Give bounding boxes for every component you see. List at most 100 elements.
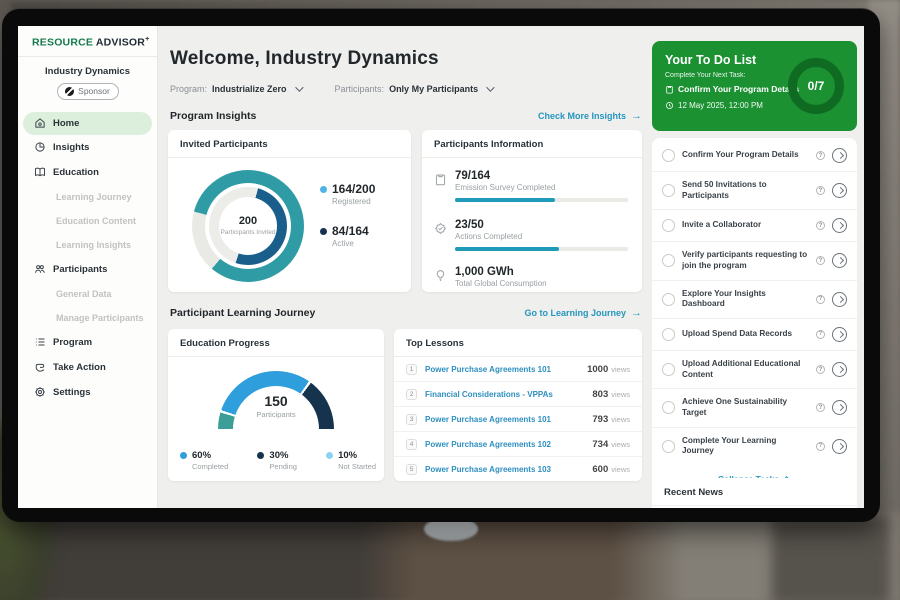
task-row[interactable]: Invite a Collaborator	[652, 210, 857, 242]
brand-primary: RESOURCE	[32, 37, 93, 49]
clipboard-icon	[434, 173, 447, 186]
lesson-link[interactable]: Power Purchase Agreements 101	[425, 415, 592, 424]
task-checkbox[interactable]	[662, 401, 675, 414]
info-icon[interactable]	[816, 221, 825, 230]
sidebar-item-program[interactable]: Program	[18, 330, 157, 355]
task-row[interactable]: Verify participants requesting to join t…	[652, 242, 857, 280]
info-icon[interactable]	[816, 365, 825, 374]
task-checkbox[interactable]	[662, 184, 675, 197]
chevron-right-icon[interactable]	[832, 292, 847, 307]
invited-donut-chart: 200 Participants Invited	[192, 170, 304, 282]
participants-filter[interactable]: Participants: Only My Participants	[335, 84, 493, 94]
task-checkbox[interactable]	[662, 440, 675, 453]
task-row[interactable]: Complete Your Learning Journey	[652, 428, 857, 465]
photo-background: RESOURCE ADVISOR+ Industry Dynamics Spon…	[0, 0, 900, 600]
info-icon[interactable]	[816, 403, 825, 412]
legend-dot-completed	[180, 452, 187, 459]
chevron-right-icon[interactable]	[832, 183, 847, 198]
legend-dot-not-started	[326, 452, 333, 459]
todo-summary-card: Your To Do List Complete Your Next Task:…	[652, 41, 857, 131]
sidebar-item-education[interactable]: Education	[18, 160, 157, 185]
chevron-right-icon[interactable]	[832, 362, 847, 377]
task-row[interactable]: Send 50 Invitations to Participants	[652, 172, 857, 210]
chevron-right-icon[interactable]	[832, 400, 847, 415]
participants-filter-label: Participants:	[335, 84, 385, 94]
task-checkbox[interactable]	[662, 219, 675, 232]
lesson-link[interactable]: Power Purchase Agreements 101	[425, 365, 587, 374]
sidebar-item-manage-participants[interactable]: Manage Participants	[18, 306, 157, 330]
home-icon	[34, 117, 46, 129]
task-checkbox[interactable]	[662, 363, 675, 376]
legend-completed: 60% Completed	[180, 450, 228, 471]
chevron-right-icon[interactable]	[832, 148, 847, 163]
chevron-right-icon[interactable]	[832, 218, 847, 233]
task-row[interactable]: Explore Your Insights Dashboard	[652, 281, 857, 319]
sidebar-item-label: Education	[53, 167, 99, 178]
org-name: Industry Dynamics	[18, 66, 157, 77]
consumption-stat: 1,000 GWh Total Global Consumption	[434, 266, 628, 288]
sidebar-item-participants[interactable]: Participants	[18, 257, 157, 282]
lesson-link[interactable]: Power Purchase Agreements 102	[425, 440, 592, 449]
sidebar-item-take-action[interactable]: Take Action	[18, 355, 157, 380]
sidebar-item-education-content[interactable]: Education Content	[18, 209, 157, 233]
sidebar-item-home[interactable]: Home	[23, 112, 152, 135]
lightbulb-icon	[434, 269, 447, 282]
participants-filter-value: Only My Participants	[389, 84, 478, 94]
program-insights-header: Program Insights Check More Insights	[170, 110, 642, 122]
check-more-insights-link[interactable]: Check More Insights	[538, 110, 642, 122]
lesson-row: 1 Power Purchase Agreements 101 1000view…	[394, 357, 642, 382]
todo-next-task: Confirm Your Program Details	[665, 84, 799, 94]
legend-pending: 30% Pending	[257, 450, 297, 471]
donut-center-label: Participants Invited	[221, 229, 276, 237]
todo-due-date: 12 May 2025, 12:00 PM	[665, 101, 763, 110]
lesson-link[interactable]: Financial Considerations - VPPAs	[425, 390, 592, 399]
legend-not-started: 10% Not Started	[326, 450, 376, 471]
program-filter[interactable]: Program: Industrialize Zero	[170, 84, 301, 94]
task-checkbox[interactable]	[662, 328, 675, 341]
task-checkbox[interactable]	[662, 293, 675, 306]
card-title: Participants Information	[422, 130, 642, 158]
rank-badge: 3	[406, 414, 417, 425]
info-icon[interactable]	[816, 186, 825, 195]
chevron-right-icon[interactable]	[832, 439, 847, 454]
info-icon[interactable]	[816, 151, 825, 160]
legend-active: 84/164 Active	[320, 224, 375, 248]
sidebar-item-insights[interactable]: Insights	[18, 135, 157, 160]
recent-news-card: Recent News	[652, 478, 857, 508]
take-action-icon	[34, 361, 46, 373]
education-icon	[34, 166, 46, 178]
info-icon[interactable]	[816, 295, 825, 304]
sidebar-item-learning-insights[interactable]: Learning Insights	[18, 233, 157, 257]
info-icon[interactable]	[816, 256, 825, 265]
go-to-learning-journey-link[interactable]: Go to Learning Journey	[524, 307, 642, 319]
task-row[interactable]: Achieve One Sustainability Target	[652, 389, 857, 427]
actions-progress-bar	[455, 247, 628, 251]
rank-badge: 1	[406, 364, 417, 375]
sidebar-item-general-data[interactable]: General Data	[18, 282, 157, 306]
sponsor-icon	[65, 87, 74, 96]
sidebar-item-settings[interactable]: Settings	[18, 380, 157, 405]
sidebar-item-label: Insights	[53, 142, 89, 153]
donut-legend: 164/200 Registered 84/164 Active	[320, 182, 375, 266]
lesson-link[interactable]: Power Purchase Agreements 103	[425, 465, 592, 474]
todo-progress-ring: 0/7	[788, 58, 844, 114]
background-shadow	[772, 515, 890, 600]
sidebar-item-learning-journey[interactable]: Learning Journey	[18, 185, 157, 209]
legend-dot-registered	[320, 186, 327, 193]
lesson-row: 3 Power Purchase Agreements 101 793views	[394, 407, 642, 432]
recent-news-title: Recent News	[652, 478, 857, 506]
rank-badge: 2	[406, 389, 417, 400]
card-title: Top Lessons	[394, 329, 642, 357]
info-icon[interactable]	[816, 330, 825, 339]
sidebar-item-label: Program	[53, 337, 92, 348]
task-checkbox[interactable]	[662, 149, 675, 162]
chevron-right-icon[interactable]	[832, 253, 847, 268]
chevron-right-icon[interactable]	[832, 327, 847, 342]
badge-check-icon	[434, 222, 447, 235]
app-logo[interactable]: RESOURCE ADVISOR+	[18, 26, 157, 57]
info-icon[interactable]	[816, 442, 825, 451]
task-checkbox[interactable]	[662, 254, 675, 267]
task-row[interactable]: Confirm Your Program Details	[652, 140, 857, 172]
task-row[interactable]: Upload Spend Data Records	[652, 319, 857, 351]
task-row[interactable]: Upload Additional Educational Content	[652, 351, 857, 389]
